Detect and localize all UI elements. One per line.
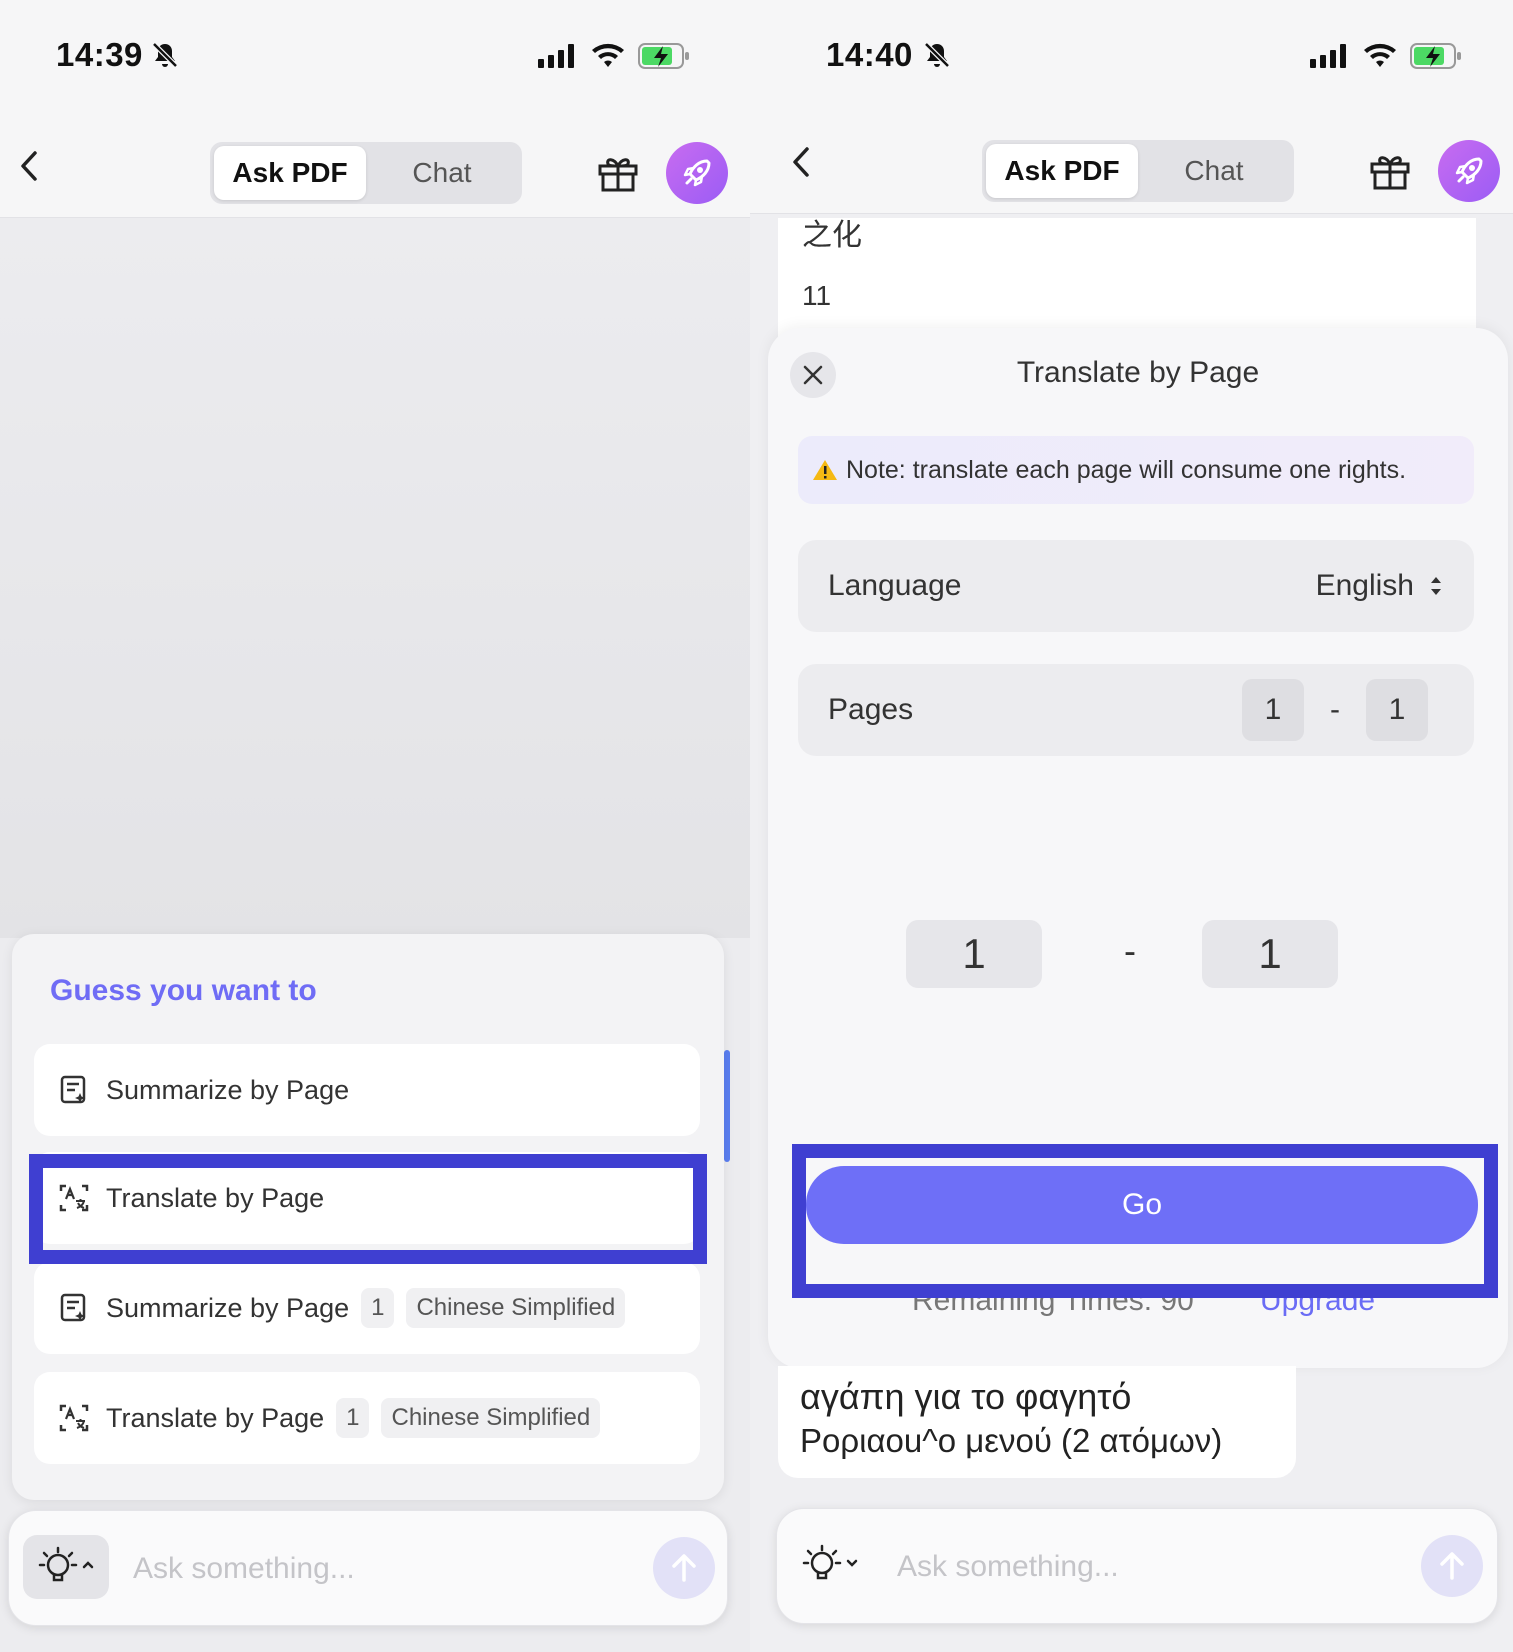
language-label: Language xyxy=(828,569,962,602)
page-from-input[interactable]: 1 xyxy=(1242,679,1304,741)
tab-chat[interactable]: Chat xyxy=(1138,144,1290,198)
battery-charging-icon xyxy=(638,43,689,69)
cellular-signal-icon xyxy=(538,44,574,68)
pages-field: Pages 1 - 1 xyxy=(798,664,1474,756)
suggestion-translate-by-page-chinese[interactable]: Translate by Page 1 Chinese Simplified xyxy=(34,1372,700,1464)
page-chip: 1 xyxy=(361,1288,395,1328)
lightbulb-icon xyxy=(802,1544,858,1580)
prompt-menu-button[interactable] xyxy=(23,1535,109,1599)
language-select[interactable]: English xyxy=(1316,569,1444,603)
remaining-times: Remaining Times: 90 xyxy=(912,1284,1194,1317)
status-bar: 14:39 xyxy=(0,0,750,110)
modal-title: Translate by Page xyxy=(1016,356,1260,389)
suggestion-summarize-by-page[interactable]: Summarize by Page xyxy=(34,1044,700,1136)
chevron-left-icon xyxy=(793,147,809,177)
lightbulb-icon xyxy=(38,1546,94,1582)
chat-area xyxy=(0,218,750,938)
document-text: 之化 xyxy=(802,219,862,252)
chat-input-bar xyxy=(8,1510,728,1626)
rocket-icon xyxy=(683,159,711,187)
go-button[interactable]: Go xyxy=(806,1166,1478,1244)
prompt-menu-button[interactable] xyxy=(787,1533,873,1597)
status-time: 14:40 xyxy=(826,36,913,73)
language-value: English xyxy=(1315,569,1414,602)
consumption-note: Note: translate each page will consume o… xyxy=(798,436,1474,504)
arrow-up-icon xyxy=(672,1554,696,1582)
suggestion-label: Summarize by Page xyxy=(106,1292,350,1323)
page-range-picker: 1 - 1 xyxy=(906,920,1356,988)
top-header: Ask PDF Chat xyxy=(750,110,1513,214)
ai-assistant-rocket-button[interactable] xyxy=(666,142,728,204)
pages-label: Pages xyxy=(828,693,914,726)
picker-separator: - xyxy=(1124,930,1136,971)
language-field: Language English xyxy=(798,540,1474,632)
arrow-up-icon xyxy=(1440,1552,1464,1580)
suggestion-label: Translate by Page xyxy=(106,1182,325,1213)
sort-arrows-icon xyxy=(1431,577,1441,595)
chevron-left-icon xyxy=(21,151,37,181)
suggestion-label: Translate by Page xyxy=(106,1402,325,1433)
document-page-number: 11 xyxy=(802,280,832,311)
page-range-separator: - xyxy=(1330,693,1340,726)
mode-segmented-control: Ask PDF Chat xyxy=(982,140,1294,202)
suggestion-translate-by-page[interactable]: Translate by Page xyxy=(34,1152,700,1244)
scroll-indicator[interactable] xyxy=(724,1050,730,1162)
translated-text-card: αγάπη για το φαγητό Ροριαοu^ο μενού (2 α… xyxy=(778,1366,1296,1478)
send-button[interactable] xyxy=(1421,1535,1483,1597)
summarize-icon xyxy=(60,1293,86,1322)
translate-icon xyxy=(59,1404,89,1432)
picker-to-wheel[interactable]: 1 xyxy=(1202,920,1338,988)
bell-muted-icon xyxy=(924,42,950,68)
tab-chat[interactable]: Chat xyxy=(366,146,518,200)
mode-segmented-control: Ask PDF Chat xyxy=(210,142,522,204)
ai-assistant-rocket-button[interactable] xyxy=(1438,140,1500,202)
close-button[interactable] xyxy=(790,352,836,398)
upgrade-link[interactable]: Upgrade xyxy=(1260,1284,1375,1318)
greek-text-line: αγάπη για το φαγητό xyxy=(800,1376,1132,1417)
note-text: Note: translate each page will consume o… xyxy=(846,455,1407,484)
right-screen: 14:40 Ask PDF Chat 之化 11 Translate by Pa… xyxy=(750,0,1513,1652)
ask-input[interactable] xyxy=(133,1541,613,1597)
translate-icon xyxy=(59,1184,89,1212)
battery-charging-icon xyxy=(1410,43,1461,69)
send-button[interactable] xyxy=(653,1537,715,1599)
back-button[interactable] xyxy=(786,144,816,180)
wifi-icon xyxy=(592,43,624,67)
suggestion-summarize-by-page-chinese[interactable]: Summarize by Page 1 Chinese Simplified xyxy=(34,1262,700,1354)
tab-ask-pdf[interactable]: Ask PDF xyxy=(986,144,1138,198)
status-time: 14:39 xyxy=(56,36,143,73)
language-chip: Chinese Simplified xyxy=(381,1398,601,1438)
tab-ask-pdf[interactable]: Ask PDF xyxy=(214,146,366,200)
page-to-input[interactable]: 1 xyxy=(1366,679,1428,741)
greek-text-line: Ροριαοu^ο μενού (2 ατόμων) xyxy=(800,1422,1223,1459)
chat-input-bar xyxy=(776,1508,1498,1624)
gift-icon[interactable] xyxy=(1368,148,1412,192)
page-chip: 1 xyxy=(336,1398,370,1438)
top-header: Ask PDF Chat xyxy=(0,110,750,218)
rocket-icon xyxy=(1455,157,1483,185)
gift-icon[interactable] xyxy=(596,150,640,194)
ask-input[interactable] xyxy=(897,1539,1377,1595)
language-chip: Chinese Simplified xyxy=(406,1288,626,1328)
warning-icon xyxy=(813,460,837,480)
translate-by-page-modal: Translate by Page Note: translate each p… xyxy=(768,328,1508,1368)
cellular-signal-icon xyxy=(1310,44,1346,68)
suggestion-panel: Guess you want to Summarize by Page Tran… xyxy=(12,934,724,1500)
close-icon xyxy=(803,365,823,385)
picker-from-wheel[interactable]: 1 xyxy=(906,920,1042,988)
summarize-icon xyxy=(60,1075,86,1104)
back-button[interactable] xyxy=(14,148,44,184)
wifi-icon xyxy=(1364,43,1396,67)
status-bar: 14:40 xyxy=(750,0,1513,110)
suggestion-label: Summarize by Page xyxy=(106,1074,350,1105)
bell-muted-icon xyxy=(152,42,178,68)
suggestion-title: Guess you want to xyxy=(50,974,317,1007)
left-screen: 14:39 Ask PDF Chat Guess you want to Sum… xyxy=(0,0,750,1652)
